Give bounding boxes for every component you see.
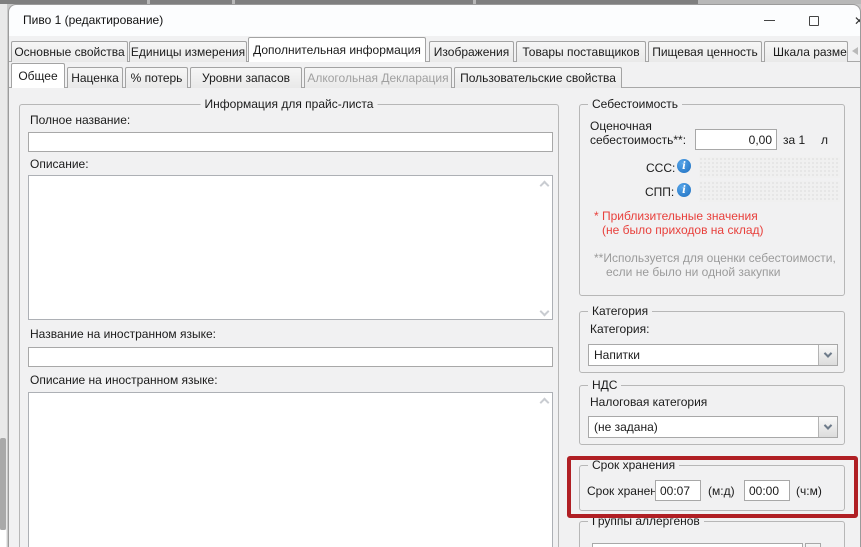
foreign-name-input[interactable] — [28, 347, 553, 367]
full-name-label: Полное название: — [30, 113, 130, 127]
info-icon[interactable]: i — [677, 183, 691, 197]
maximize-icon — [809, 16, 819, 26]
edit-dialog-window: Пиво 1 (редактирование) ✕ Основные свойс… — [8, 4, 861, 547]
foreign-description-label: Описание на иностранном языке: — [30, 373, 218, 387]
tab-images[interactable]: Изображения — [429, 41, 514, 62]
estimated-cost-label-line2: себестоимость**: — [590, 133, 686, 147]
ccc-disabled-field — [699, 157, 840, 178]
tab-units[interactable]: Единицы измерения — [129, 41, 247, 62]
description-label: Описание: — [30, 157, 89, 171]
tab-nutrition[interactable]: Пищевая ценность — [648, 41, 762, 62]
per-unit-label: за 1 — [783, 133, 805, 147]
window-title: Пиво 1 (редактирование) — [23, 5, 163, 36]
main-tab-strip: Основные свойства Единицы измерения Допо… — [9, 37, 860, 62]
sub-tab-strip: Общее Наценка % потерь Уровни запасов Ал… — [9, 63, 860, 88]
cost-group: Себестоимость Оценочная себестоимость**:… — [579, 104, 845, 296]
tab-main-properties[interactable]: Основные свойства — [11, 41, 128, 62]
allergens-input[interactable] — [592, 543, 803, 547]
estimated-cost-label-line1: Оценочная — [590, 119, 652, 133]
unit-label: л — [821, 133, 828, 147]
maximize-button[interactable] — [791, 5, 837, 36]
description-textarea[interactable] — [28, 175, 553, 320]
chevron-down-icon — [824, 421, 832, 429]
full-name-input[interactable] — [28, 132, 553, 152]
usage-note-line1: **Используется для оценки себестоимости, — [594, 251, 836, 265]
foreign-description-textarea[interactable] — [28, 392, 553, 547]
tax-category-dropdown[interactable]: (не задана) — [588, 416, 838, 438]
hours-minutes-hint: (ч:м) — [796, 484, 822, 498]
tab-stock-levels[interactable]: Уровни запасов — [190, 67, 302, 88]
info-icon[interactable]: i — [677, 159, 691, 173]
category-dropdown-value: Напитки — [594, 348, 640, 362]
months-days-hint: (м:д) — [708, 484, 735, 498]
shelf-life-hours-minutes-input[interactable] — [744, 480, 790, 501]
tab-custom-properties[interactable]: Пользовательские свойства — [454, 67, 622, 88]
screen: Пиво 1 (редактирование) ✕ Основные свойс… — [0, 0, 861, 547]
tax-category-dropdown-value: (не задана) — [594, 420, 658, 434]
tax-category-label: Налоговая категория — [590, 395, 707, 409]
allergens-group-title: Группы аллергенов — [588, 514, 704, 528]
approx-note-line1: * Приблизительные значения — [594, 209, 758, 223]
allergens-group: Группы аллергенов — [579, 521, 845, 547]
tab-supplier-goods[interactable]: Товары поставщиков — [516, 41, 646, 62]
chevron-down-icon — [824, 349, 832, 357]
background-scrollbar-strip — [0, 4, 8, 547]
titlebar: Пиво 1 (редактирование) ✕ — [9, 5, 860, 36]
approx-note-line2: (не было приходов на склад) — [602, 223, 764, 237]
close-icon: ✕ — [854, 14, 861, 28]
tab-additional-info[interactable]: Дополнительная информация — [248, 37, 426, 62]
minimize-icon — [764, 20, 775, 21]
category-dropdown[interactable]: Напитки — [588, 344, 838, 366]
minimize-button[interactable] — [746, 5, 792, 36]
shelf-life-months-days-input[interactable] — [655, 480, 701, 501]
category-group-title: Категория — [588, 304, 652, 318]
background-scrollbar-thumb[interactable] — [0, 438, 6, 530]
dropdown-button[interactable] — [818, 345, 837, 365]
vat-group-title: НДС — [588, 378, 621, 392]
background-strip-bottom — [0, 530, 6, 547]
tab-scroll-left-icon — [852, 47, 858, 55]
tab-size-scale[interactable]: Шкала размер — [764, 41, 848, 62]
allergens-picker-button[interactable] — [805, 543, 821, 547]
category-label: Категория: — [590, 322, 649, 336]
tab-loss-percent[interactable]: % потерь — [125, 67, 188, 88]
close-button[interactable]: ✕ — [836, 5, 861, 36]
dropdown-button[interactable] — [818, 417, 837, 437]
ccc-label: ССС: — [646, 161, 675, 175]
tab-scroll-left-button[interactable] — [849, 43, 861, 59]
foreign-name-label: Название на иностранном языке: — [30, 327, 216, 341]
estimated-cost-input[interactable] — [695, 129, 777, 150]
cost-group-title: Себестоимость — [588, 97, 682, 111]
shelf-life-group: Срок хранения Срок хранения: (м:д) (ч:м) — [579, 465, 845, 511]
vat-group: НДС Налоговая категория (не задана) — [579, 385, 845, 445]
usage-note-line2: если не было ни одной закупки — [606, 265, 780, 279]
tab-general[interactable]: Общее — [11, 63, 65, 88]
tab-markup[interactable]: Наценка — [67, 67, 123, 88]
cpp-disabled-field — [699, 181, 840, 202]
category-group: Категория Категория: Напитки — [579, 311, 845, 373]
cpp-label: СПП: — [645, 185, 674, 199]
price-info-group: Информация для прайс-листа Полное назван… — [19, 104, 559, 547]
price-info-group-title: Информация для прайс-листа — [201, 97, 378, 111]
tab-alcohol-declaration: Алкогольная Декларация — [304, 67, 452, 88]
shelf-life-group-title: Срок хранения — [588, 458, 679, 472]
